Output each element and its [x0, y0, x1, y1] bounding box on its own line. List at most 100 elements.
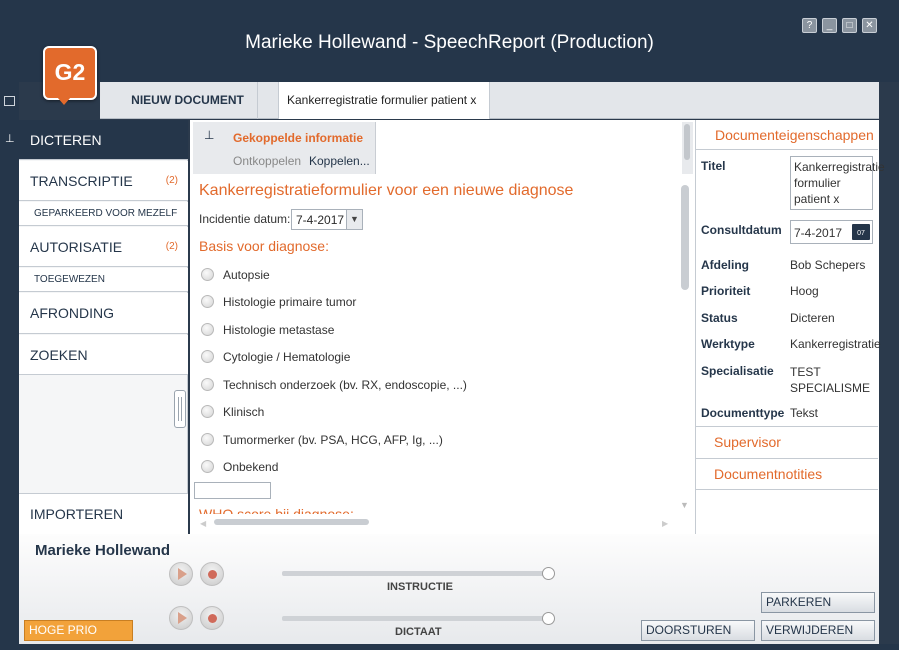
chevron-down-icon[interactable]: ▼	[346, 210, 362, 229]
parkeren-button[interactable]: PARKEREN	[761, 592, 875, 613]
instructie-label: INSTRUCTIE	[387, 581, 453, 593]
record-instructie-button[interactable]	[200, 562, 224, 586]
record-dictaat-button[interactable]	[200, 606, 224, 630]
nav-autorisatie-count: (2)	[165, 241, 178, 252]
verwijderen-button[interactable]: VERWIJDEREN	[761, 620, 875, 641]
form-scroll-thumb[interactable]	[681, 185, 689, 290]
properties-header: Documenteigenschappen	[715, 127, 874, 143]
radio-label: Histologie metastase	[223, 323, 335, 337]
radio-histologie-primaire[interactable]	[201, 295, 214, 308]
status-value: Dicteren	[790, 311, 835, 325]
nav-transcriptie-label: TRANSCRIPTIE	[30, 173, 133, 189]
radio-autopsie[interactable]	[201, 268, 214, 281]
nav-dicteren-label: DICTEREN	[30, 132, 102, 148]
incidence-date-value: 7-4-2017	[296, 213, 345, 227]
pin-icon[interactable]: ⊥	[5, 132, 15, 145]
play-icon	[178, 612, 187, 624]
horizontal-scroll-thumb[interactable]	[214, 519, 369, 525]
nav-autorisatie-label: AUTORISATIE	[30, 239, 123, 255]
instructie-slider[interactable]	[282, 571, 550, 576]
radio-histologie-metastase[interactable]	[201, 323, 214, 336]
supervisor-section[interactable]: Supervisor	[696, 426, 878, 458]
calendar-icon[interactable]: 07	[852, 224, 870, 240]
radio-cytologie[interactable]	[201, 350, 214, 363]
pin-icon[interactable]: ⊥	[204, 128, 214, 142]
scroll-right-icon[interactable]: ▶	[662, 519, 668, 528]
werktype-value: Kankerregistratie	[790, 337, 881, 351]
specialisatie-label: Specialisatie	[701, 364, 774, 378]
close-button[interactable]: ✕	[862, 18, 877, 33]
specialisatie-value: TEST SPECIALISME	[790, 365, 871, 395]
side-dock-strip	[0, 82, 19, 650]
window-title: Marieke Hollewand - SpeechReport (Produc…	[245, 32, 654, 53]
scroll-left-icon[interactable]: ◀	[200, 519, 206, 528]
doorsturen-button[interactable]: DOORSTUREN	[641, 620, 755, 641]
maximize-button[interactable]: □	[842, 18, 857, 33]
play-icon	[178, 568, 187, 580]
nav-autorisatie[interactable]: AUTORISATIE (2)	[19, 227, 188, 267]
radio-label: Klinisch	[223, 405, 265, 419]
status-label: Status	[701, 311, 738, 325]
nav-transcriptie[interactable]: TRANSCRIPTIE (2)	[19, 161, 188, 201]
header-scroll-thumb[interactable]	[684, 124, 690, 160]
unlink-button[interactable]: Ontkoppelen	[233, 154, 301, 168]
radio-klinisch[interactable]	[201, 405, 214, 418]
prioriteit-value: Hoog	[790, 284, 819, 298]
nav-afronding[interactable]: AFRONDING	[19, 293, 188, 334]
other-text-input[interactable]	[194, 482, 271, 499]
tab-active-document[interactable]: Kankerregistratie formulier patient x	[278, 82, 490, 119]
tab-new-document[interactable]: NIEUW DOCUMENT	[118, 82, 258, 119]
linked-info-title: Gekoppelde informatie	[233, 131, 364, 145]
nav-dicteren[interactable]: DICTEREN	[19, 120, 188, 160]
documenttype-value: Tekst	[790, 406, 819, 420]
play-instructie-button[interactable]	[169, 562, 193, 586]
record-icon	[208, 614, 217, 623]
documentnotities-section[interactable]: Documentnotities	[696, 458, 878, 490]
scroll-down-icon[interactable]: ▼	[680, 500, 689, 510]
documenttype-label: Documenttype	[701, 406, 785, 420]
g2-logo: G2	[43, 46, 97, 100]
dictaat-slider-handle[interactable]	[542, 612, 555, 625]
user-name: Marieke Hollewand	[35, 542, 171, 559]
instructie-slider-handle[interactable]	[542, 567, 555, 580]
link-button[interactable]: Koppelen...	[309, 154, 370, 168]
help-button[interactable]: ?	[802, 18, 817, 33]
bottom-edge	[0, 644, 899, 650]
radio-technisch[interactable]	[201, 378, 214, 391]
consult-date-picker[interactable]: 7-4-2017 07	[790, 220, 873, 244]
nav-transcriptie-count: (2)	[165, 175, 178, 186]
nav-toegewezen[interactable]: TOEGEWEZEN	[19, 268, 188, 292]
hoge-prio-button[interactable]: HOGE PRIO	[24, 620, 133, 641]
radio-tumormerker[interactable]	[201, 433, 214, 446]
afdeling-label: Afdeling	[701, 258, 749, 272]
incidence-date-picker[interactable]: 7-4-2017 ▼	[291, 209, 363, 230]
radio-onbekend[interactable]	[201, 460, 214, 473]
logo-speech-tail	[57, 97, 71, 105]
basis-heading: Basis voor diagnose:	[199, 238, 329, 254]
splitter-handle[interactable]	[174, 390, 186, 428]
afdeling-value: Bob Schepers	[790, 258, 866, 272]
dictaat-slider[interactable]	[282, 616, 550, 621]
radio-label: Tumormerker (bv. PSA, HCG, AFP, Ig, ...)	[223, 433, 443, 447]
titel-label: Titel	[701, 159, 726, 173]
consult-label: Consultdatum	[701, 223, 782, 237]
nav-importeren[interactable]: IMPORTEREN	[19, 493, 188, 534]
form-heading: Kankerregistratieformulier voor een nieu…	[199, 182, 574, 199]
radio-label: Cytologie / Hematologie	[223, 350, 351, 364]
radio-label: Histologie primaire tumor	[223, 295, 357, 309]
play-dictaat-button[interactable]	[169, 606, 193, 630]
minimize-button[interactable]: _	[822, 18, 837, 33]
radio-label: Technisch onderzoek (bv. RX, endoscopie,…	[223, 378, 467, 392]
prioriteit-label: Prioriteit	[701, 284, 751, 298]
werktype-label: Werktype	[701, 337, 755, 351]
dictaat-label: DICTAAT	[395, 626, 442, 638]
nav-geparkeerd[interactable]: GEPARKEERD VOOR MEZELF	[19, 202, 188, 226]
incidence-label: Incidentie datum:	[199, 212, 291, 226]
radio-label: Onbekend	[223, 460, 279, 474]
left-navigation: DICTEREN TRANSCRIPTIE (2) GEPARKEERD VOOR…	[19, 120, 188, 534]
record-icon	[208, 570, 217, 579]
titel-input[interactable]: Kankerregistratie formulier patient x	[790, 156, 885, 210]
consult-date-value: 7-4-2017	[794, 226, 843, 240]
dock-icon[interactable]	[4, 96, 15, 106]
nav-zoeken[interactable]: ZOEKEN	[19, 335, 188, 375]
